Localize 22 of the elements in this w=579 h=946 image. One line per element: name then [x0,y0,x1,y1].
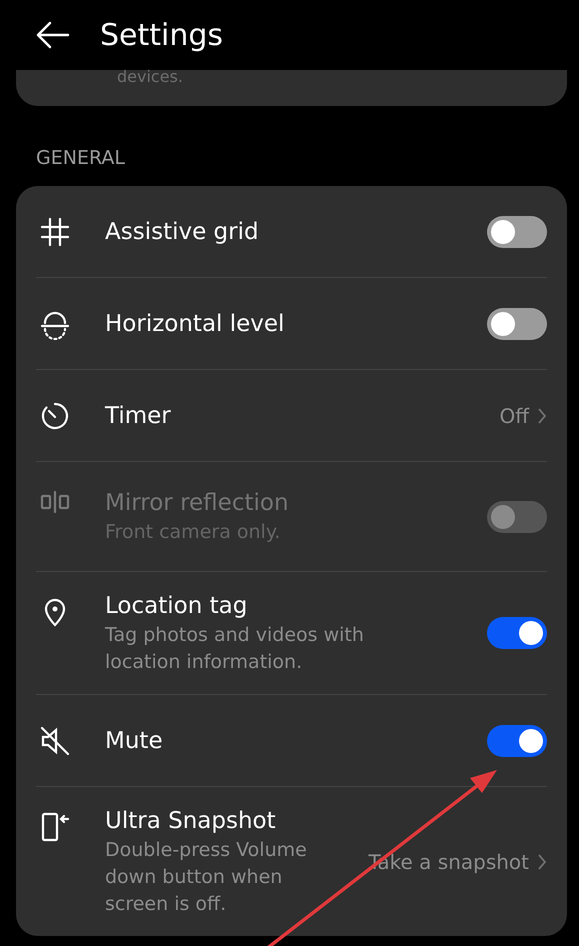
toggle-switch[interactable] [487,617,547,649]
toggle-switch[interactable] [487,308,547,340]
setting-title: Ultra Snapshot [105,807,276,836]
setting-title: Assistive grid [105,218,259,246]
description-text: devices. [117,70,183,84]
section-header: GENERAL [36,146,125,170]
setting-title: Horizontal level [105,310,284,338]
setting-title: Mirror reflection [105,489,289,518]
screen-title: Settings [100,18,224,52]
chevron-icon [537,406,547,424]
setting-description: Tag photos and videos with location information. [105,623,365,675]
setting-description: Double-press Volume down button when screen is off. [105,838,308,917]
chevron-icon [537,852,547,870]
toggle-switch[interactable] [487,216,547,248]
setting-title: Timer [105,402,171,430]
grid-icon [39,216,71,248]
phone-icon [39,811,71,843]
setting-title: Location tag [105,592,248,621]
setting-title: Mute [105,726,163,756]
mute-icon [39,724,71,756]
back-icon[interactable] [36,21,70,49]
toggle-switch[interactable] [487,724,547,756]
